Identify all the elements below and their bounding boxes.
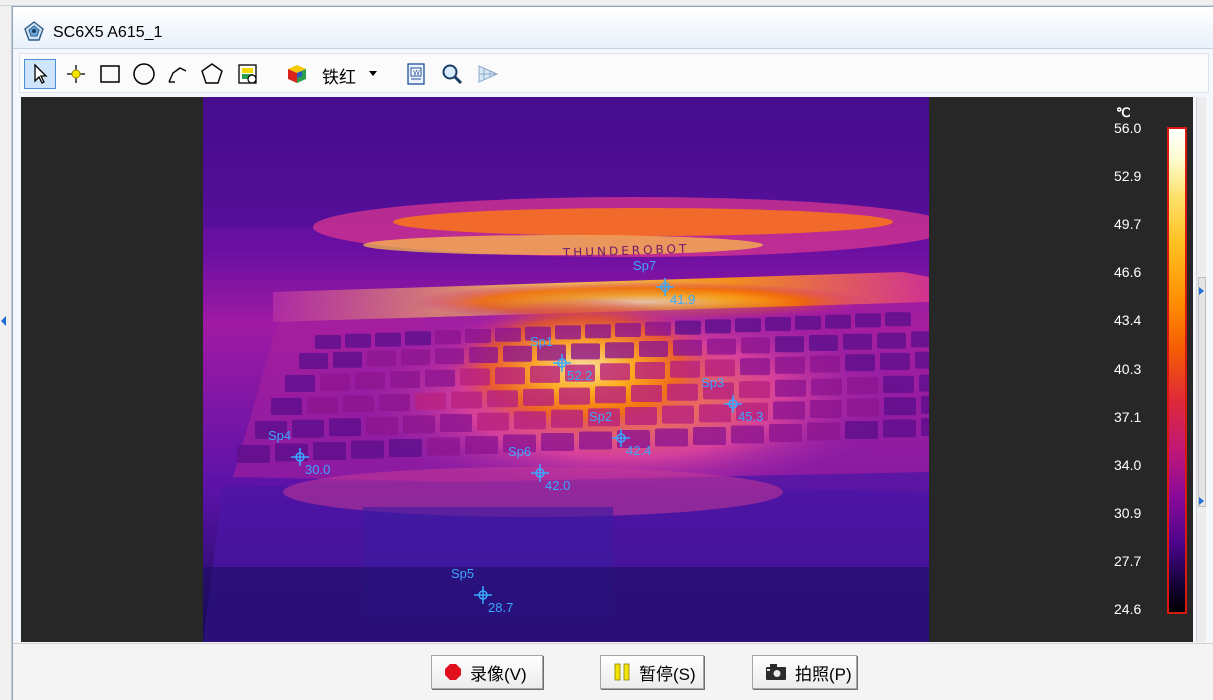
color-cube-icon [288, 65, 306, 83]
spot-temperature: 41.9 [670, 292, 696, 307]
report-button[interactable]: W [400, 59, 432, 89]
scale-tick-label: 24.6 [1114, 601, 1142, 617]
scroll-marker-icon[interactable] [1199, 497, 1204, 505]
scale-tick-label: 49.7 [1114, 216, 1142, 233]
svg-text:W: W [413, 69, 420, 77]
zoom-icon [442, 64, 463, 85]
spot-label: Sp1 [530, 334, 554, 349]
polygon-tool-icon [201, 63, 223, 84]
pause-label: 暂停(S) [639, 664, 696, 684]
spot-label: Sp3 [701, 375, 725, 390]
rectangle-tool-button[interactable] [94, 59, 126, 89]
isotherm-icon [478, 65, 499, 83]
spot-temperature: 30.0 [305, 462, 331, 477]
polygon-tool-button[interactable] [196, 59, 228, 89]
report-icon: W [407, 63, 425, 85]
zoom-button[interactable] [436, 59, 468, 89]
spot-label: Sp5 [451, 566, 475, 581]
scrollbar-thumb[interactable] [1198, 277, 1206, 507]
scale-tick-label: 40.3 [1114, 360, 1142, 377]
color-palette-button[interactable] [282, 59, 312, 89]
scale-tick-label: 27.7 [1114, 552, 1142, 569]
thermal-image-canvas: THUNDEROBOT [203, 97, 929, 642]
spot-label: Sp4 [268, 428, 292, 443]
palette-select-icon [238, 64, 257, 84]
polyline-tool-icon [168, 67, 187, 83]
spot-temperature: 52.2 [567, 368, 593, 383]
image-viewport: THUNDEROBOT Sp7 41.9 Sp1 52.2 Sp3 45.3 Sp2 42.4… [21, 97, 1193, 642]
scale-tick-label: 34.0 [1114, 456, 1142, 473]
scale-unit: ℃ [1116, 105, 1131, 120]
pause-button[interactable]: 暂停(S) [600, 655, 704, 689]
thermal-viewer-window: SC6X5 A615_1 铁红 W THUNDEROBOT Sp7 41.9 S… [12, 6, 1213, 700]
palette-dropdown-icon[interactable] [369, 71, 377, 76]
spot-label: Sp2 [589, 409, 613, 424]
camera-icon [765, 662, 787, 682]
vertical-scrollbar[interactable] [1196, 97, 1206, 642]
palette-name[interactable]: 铁红 [322, 63, 356, 88]
record-button[interactable]: 录像(V) [431, 655, 543, 689]
spot-temperature: 45.3 [738, 409, 764, 424]
rectangle-tool-icon [100, 65, 120, 83]
polyline-tool-button[interactable] [162, 59, 194, 89]
palette-select-button[interactable] [232, 59, 264, 89]
snapshot-button[interactable]: 拍照(P) [752, 655, 857, 689]
ellipse-tool-button[interactable] [128, 59, 160, 89]
record-icon [444, 663, 462, 681]
app-icon [24, 21, 44, 41]
pause-icon [613, 662, 631, 682]
desktop-left-strip [0, 6, 12, 700]
scale-tick-label: 56.0 [1114, 120, 1142, 136]
spot-label: Sp6 [508, 444, 532, 459]
scale-tick-label: 43.4 [1114, 312, 1142, 329]
bottom-command-bar: 录像(V) 暂停(S) 拍照(P) [13, 643, 1213, 700]
splitter-arrow-icon[interactable] [1, 316, 6, 326]
spot-label: Sp7 [633, 258, 657, 273]
spot-temperature: 42.4 [626, 443, 652, 458]
ellipse-tool-icon [133, 63, 155, 85]
color-scale-bar [1167, 127, 1187, 614]
scroll-marker-icon[interactable] [1199, 287, 1204, 295]
snapshot-label: 拍照(P) [795, 664, 852, 684]
scale-tick-label: 37.1 [1114, 408, 1142, 425]
title-bar: SC6X5 A615_1 [13, 7, 1213, 49]
spot-temperature: 42.0 [545, 478, 571, 493]
scale-tick-label: 52.9 [1114, 168, 1142, 185]
thermal-image[interactable]: THUNDEROBOT Sp7 41.9 Sp1 52.2 Sp3 45.3 Sp2 42.4… [203, 97, 929, 642]
toolbar: 铁红 W [19, 53, 1209, 93]
window-title: SC6X5 A615_1 [53, 24, 163, 41]
isotherm-button[interactable] [472, 59, 504, 89]
record-label: 录像(V) [470, 664, 527, 684]
spot-temperature: 28.7 [488, 600, 514, 615]
spot-tool-button[interactable] [60, 59, 92, 89]
spot-tool-icon [67, 65, 85, 83]
pointer-icon [34, 63, 48, 84]
scale-tick-label: 46.6 [1114, 264, 1142, 281]
scale-tick-label: 30.9 [1114, 504, 1142, 521]
pointer-tool-button[interactable] [24, 59, 56, 89]
